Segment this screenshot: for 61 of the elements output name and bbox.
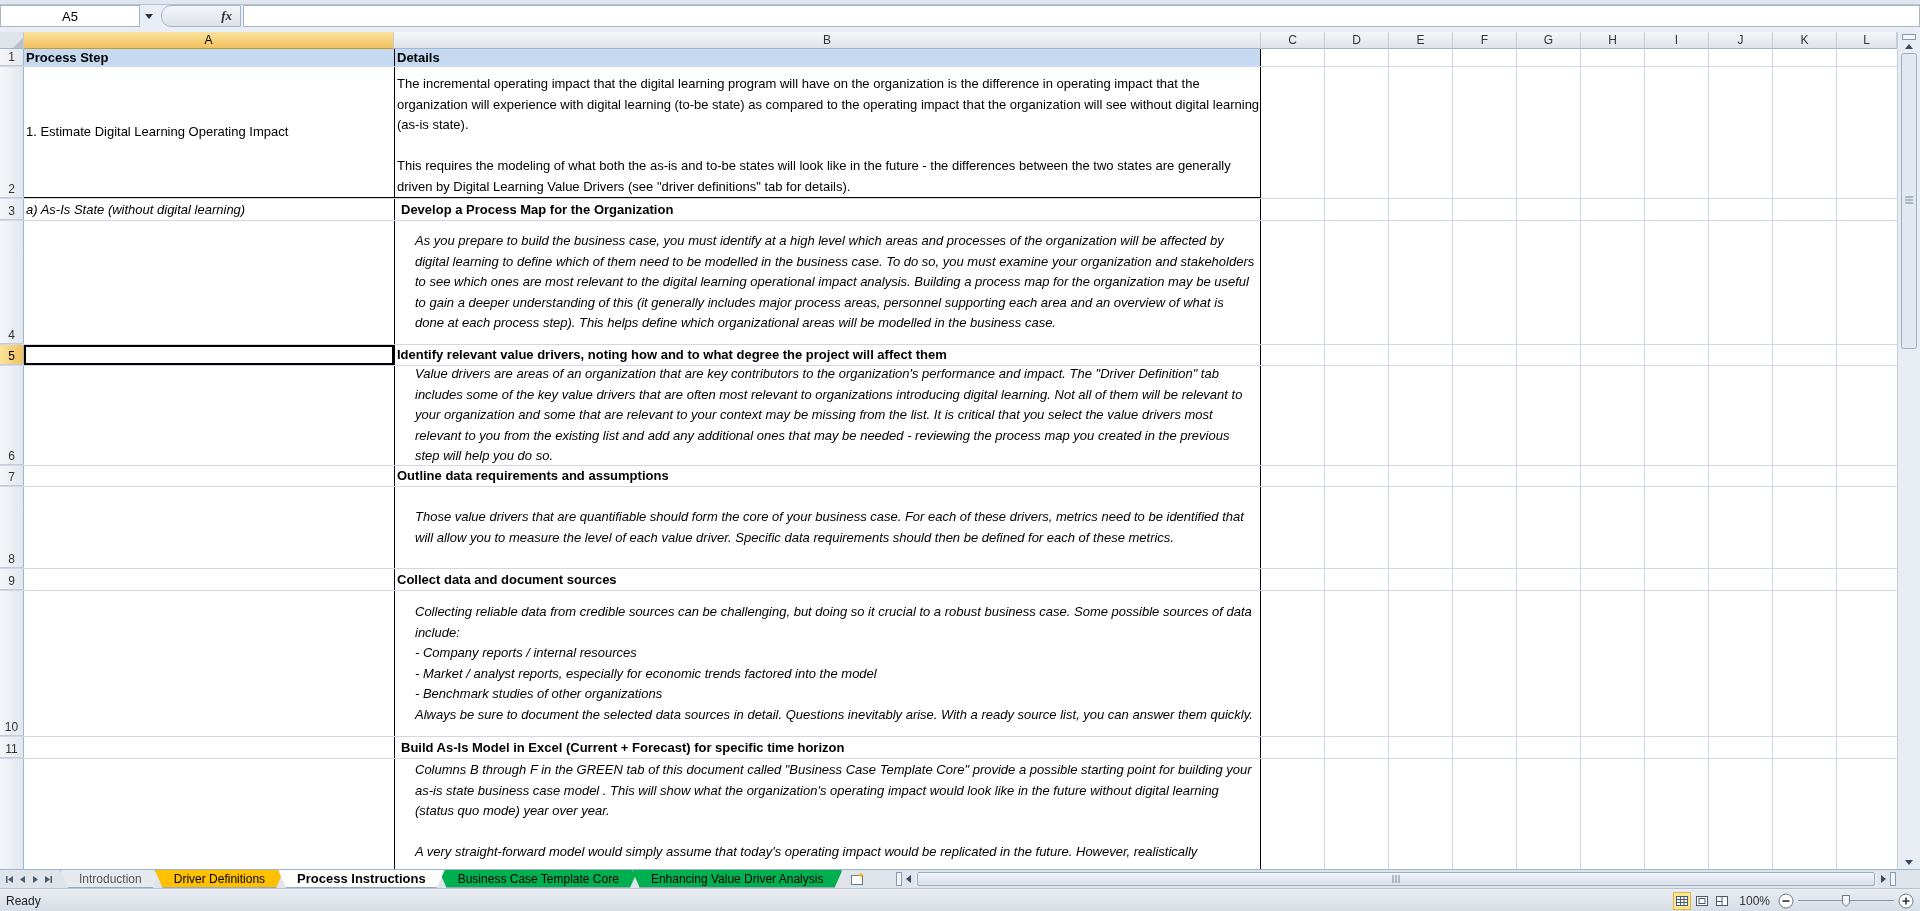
formula-input[interactable] (243, 5, 1920, 27)
column-header[interactable]: I (1645, 32, 1709, 49)
column-header[interactable]: K (1773, 32, 1837, 49)
column-header[interactable]: L (1837, 32, 1897, 49)
row-header[interactable]: 11 (0, 737, 24, 758)
column-header[interactable]: D (1325, 32, 1389, 49)
column-header[interactable]: G (1517, 32, 1581, 49)
dropdown-caret-icon[interactable] (145, 13, 153, 19)
status-text: Ready (5, 894, 41, 908)
table-cell: Build As-Is Model in Excel (Current + Forecast) for specific time horizon (394, 737, 1261, 758)
table-cell: Collect data and document sources (394, 569, 1261, 590)
row-header[interactable]: 8 (0, 487, 24, 568)
scrollbar-thumb[interactable] (917, 872, 1875, 886)
row-header[interactable]: 4 (0, 221, 24, 344)
row-header[interactable]: 6 (0, 366, 24, 465)
sheet-tab[interactable]: Enhancing Value Driver Analysis (631, 870, 843, 888)
column-header[interactable]: A (24, 32, 394, 49)
row-header[interactable]: 1 (0, 49, 24, 66)
row-header[interactable]: 3 (0, 199, 24, 220)
column-header[interactable]: J (1709, 32, 1773, 49)
table-cell: Collecting reliable data from credible sources can be challenging, but doing so it crucial to a robust business case. Some possible sources of data include: - Company reports / internal resources - Market / analyst reports, especially for economic trends factored into the model - Benchmark studies of other organizations Always be sure to document the selected data sources in detail. Questions inevitably arise. With a ready source list, you can answer them quickly. (394, 591, 1261, 736)
zoom-level[interactable]: 100% (1739, 894, 1770, 908)
name-box[interactable]: A5 (0, 5, 140, 27)
row-header[interactable]: 5 (0, 345, 24, 365)
column-header[interactable]: B (394, 32, 1261, 49)
row-header[interactable]: 7 (0, 466, 24, 486)
scrollbar-thumb[interactable] (1901, 53, 1917, 349)
table-cell-text: a) As-Is State (without digital learning) (25, 200, 247, 219)
table-cell: Value drivers are areas of an organization that are key contributors to the organization's performance and impact. The "Driver Definition" tab includes some of the key value drivers that are often most relevant to organizations introducing digital learning. Not all of them will be relevant to your organization and some that are relevant to your context may be missing from the list. It is critical that you select the value drivers most relevant to you from the existing list and add any additional ones that may be needed - reviewing the process map you created in the previous step will help you do so. (394, 366, 1261, 465)
scroll-up-icon[interactable] (1905, 44, 1913, 49)
last-sheet-icon[interactable] (45, 874, 52, 884)
table-cell: 1. Estimate Digital Learning Operating Impact (24, 67, 394, 198)
previous-sheet-icon[interactable] (19, 874, 26, 884)
row-header[interactable]: 10 (0, 591, 24, 736)
scroll-right-icon[interactable] (1881, 875, 1886, 883)
table-cell: As you prepare to build the business case, you must identify at a high level which areas and processes of the organization will be affected by digital learning to define which of them need to be modelled in the business case. To do so, you must examine your organization and stakeholders to see which ones are most relevant to the digital learning operational impact analysis. Building a process map for the organization may be useful to gain a deeper understanding of this (it generally includes major process areas, personnel supporting each area and an overview of what is done at each process step). This helps define which organizational areas will be modelled in the business case. (394, 221, 1261, 344)
active-cell[interactable] (24, 345, 394, 365)
insert-function-button[interactable]: fx (221, 8, 232, 24)
table-cell: Outline data requirements and assumptions (394, 466, 1261, 486)
row-header[interactable]: 9 (0, 569, 24, 590)
column-header[interactable]: C (1261, 32, 1325, 49)
column-header[interactable]: E (1389, 32, 1453, 49)
zoom-in-button[interactable] (1898, 893, 1914, 909)
zoom-slider[interactable] (1798, 893, 1894, 909)
next-sheet-icon[interactable] (32, 874, 39, 884)
table-cell: Process Step (24, 49, 394, 66)
table-cell: The incremental operating impact that the digital learning program will have on the organization is the difference in operating impact that the organization will experience with digital learning (to-be state) as compared to the operating impact that the organization will see without digital learning (as-is state). This requires the modeling of what both the as-is and to-be states will look like in the future - the differences between the two states are generally driven by Digital Learning Value Drivers (see "driver definitions" tab for details). (394, 67, 1261, 198)
zoom-out-button[interactable] (1778, 893, 1794, 909)
table-cell: Details (394, 49, 1261, 66)
scroll-down-icon[interactable] (1905, 860, 1913, 865)
table-cell: Identify relevant value drivers, noting how and to what degree the project will affect them (394, 345, 1261, 365)
first-sheet-icon[interactable] (6, 874, 13, 884)
row-header[interactable]: 2 (0, 67, 24, 198)
slider-thumb[interactable] (1842, 895, 1850, 907)
column-header[interactable]: H (1581, 32, 1645, 49)
scroll-left-icon[interactable] (906, 875, 912, 883)
sheet-tab[interactable]: Process Instructions (278, 870, 445, 888)
column-header[interactable]: F (1453, 32, 1517, 49)
normal-view-button[interactable] (1673, 892, 1692, 910)
table-cell: Develop a Process Map for the Organization (394, 199, 1261, 220)
table-cell: Those value drivers that are quantifiable should form the core of your business case. For each of these drivers, metrics need to be identified that will allow you to measure the level of each value driver. Specific data requirements should then be defined for each of these metrics. (394, 487, 1261, 568)
